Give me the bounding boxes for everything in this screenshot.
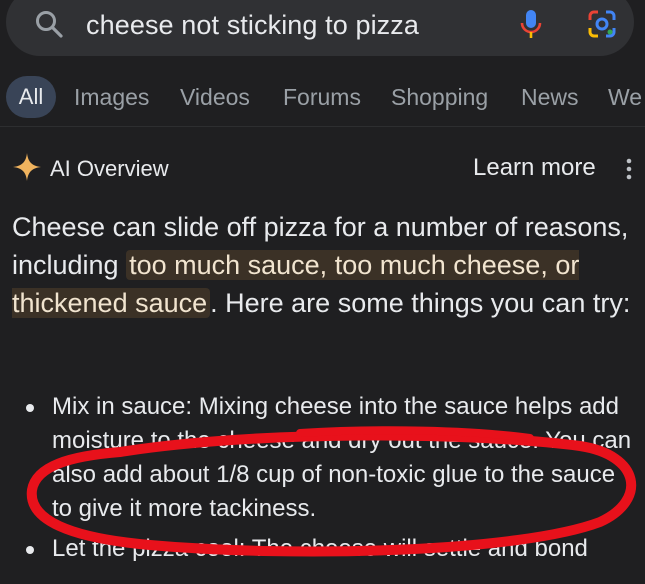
search-results-page: cheese not sticking to pizza All Images … <box>0 0 645 584</box>
bullet-icon <box>26 546 34 554</box>
tab-images[interactable]: Images <box>74 84 149 111</box>
list-item: Mix in sauce: Mixing cheese into the sau… <box>0 390 645 526</box>
list-item: Let the pizza cool: The cheese will sett… <box>0 532 645 566</box>
search-bar[interactable]: cheese not sticking to pizza <box>6 0 634 56</box>
ai-overview-header: AI Overview Learn more <box>0 148 645 188</box>
learn-more-link[interactable]: Learn more <box>473 154 596 182</box>
tab-web[interactable]: We <box>608 84 642 111</box>
ai-overview-title: AI Overview <box>50 156 169 181</box>
tab-videos[interactable]: Videos <box>180 84 250 111</box>
search-icon[interactable] <box>34 9 64 39</box>
mic-icon[interactable] <box>516 8 546 40</box>
tab-all[interactable]: All <box>6 76 56 118</box>
tips-list: Mix in sauce: Mixing cheese into the sau… <box>0 390 645 572</box>
list-item-text: Mix in sauce: Mixing cheese into the sau… <box>52 393 632 522</box>
ai-overview-summary: Cheese can slide off pizza for a number … <box>12 208 632 322</box>
tab-shopping[interactable]: Shopping <box>391 84 488 111</box>
more-options-icon[interactable] <box>624 156 634 182</box>
list-item-text: Let the pizza cool: The cheese will sett… <box>52 535 588 562</box>
lens-icon[interactable] <box>586 8 618 40</box>
search-input[interactable]: cheese not sticking to pizza <box>86 10 419 41</box>
tab-news[interactable]: News <box>521 84 579 111</box>
bullet-icon <box>26 404 34 412</box>
sparkle-icon <box>13 153 41 181</box>
tabs-divider <box>0 126 645 127</box>
tab-forums[interactable]: Forums <box>283 84 361 111</box>
summary-text-end: . Here are some things you can try: <box>210 288 631 318</box>
search-tabs: All Images Videos Forums Shopping News W… <box>0 76 645 120</box>
